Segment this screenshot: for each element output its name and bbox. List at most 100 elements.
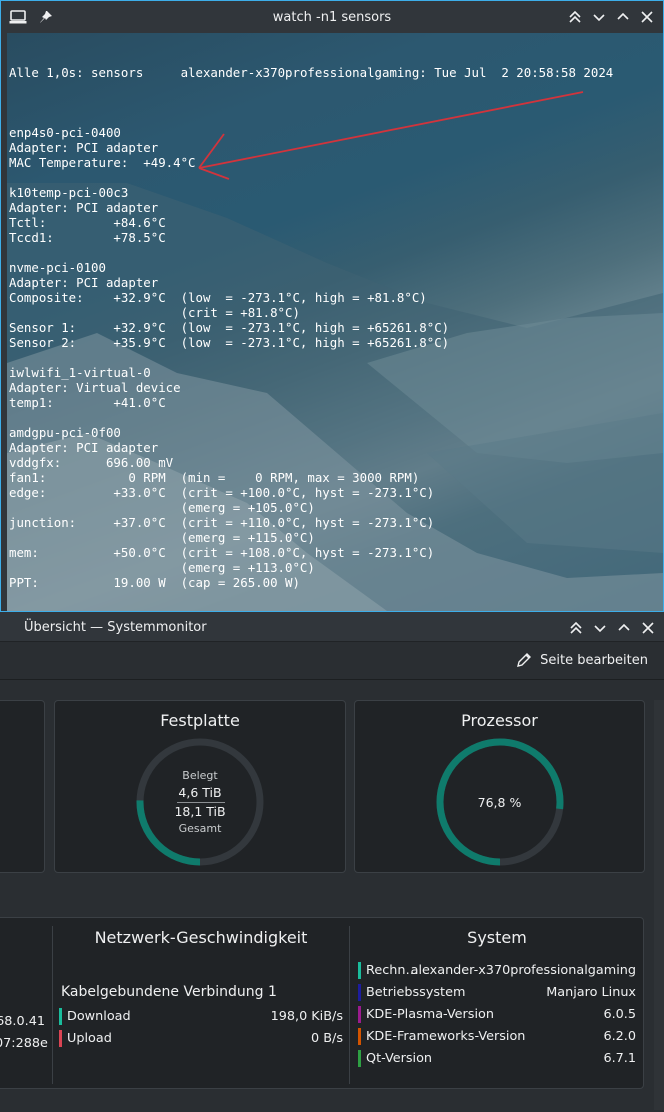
- sensor-output: enp4s0-pci-0400 Adapter: PCI adapter MAC T…: [9, 110, 613, 590]
- system-info-row: Betriebssystem Manjaro Linux: [358, 984, 636, 1002]
- series-color-marker: [59, 1008, 62, 1025]
- terminal-line: Adapter: PCI adapter: [9, 440, 159, 455]
- cpu-card-title: Prozessor: [461, 711, 538, 730]
- terminal-line: Tccd1: +78.5°C: [9, 230, 166, 245]
- keep-above-icon[interactable]: [567, 9, 583, 25]
- terminal-line: Adapter: PCI adapter: [9, 200, 159, 215]
- terminal-line: amdgpu-pci-0f00: [9, 425, 121, 440]
- terminal-title: watch -n1 sensors: [272, 10, 392, 25]
- network-section: Netzwerk-Geschwindigkeit Kabelgebundene …: [53, 918, 349, 1090]
- edit-page-label: Seite bearbeiten: [540, 652, 648, 668]
- network-row-value: 0 B/s: [311, 1031, 343, 1046]
- system-info-row: Rechn… alexander-x370professionalgaming: [358, 962, 636, 980]
- disk-used-label: Belegt: [182, 769, 218, 782]
- terminal-line: nvme-pci-0100: [9, 260, 106, 275]
- terminal-line: vddgfx: 696.00 mV: [9, 455, 174, 470]
- cpu-usage-value: 76,8 %: [477, 795, 522, 810]
- terminal-line: Sensor 2: +35.9°C (low = -273.1°C, high …: [9, 335, 450, 350]
- terminal-line: Sensor 1: +32.9°C (low = -273.1°C, high …: [9, 320, 450, 335]
- disk-card-title: Festplatte: [160, 711, 240, 730]
- disk-card: Festplatte Belegt 4,6 TiB 18,1 TiB Gesam…: [54, 700, 346, 873]
- disk-divider: [177, 802, 225, 803]
- terminal-line: iwlwifi_1-virtual-0: [9, 365, 151, 380]
- network-row-value: 198,0 KiB/s: [270, 1009, 343, 1024]
- terminal-window: watch -n1 sensors Alle 1,0s: sensors ale…: [0, 0, 664, 612]
- close-icon[interactable]: [639, 9, 655, 25]
- terminal-line: Adapter: PCI adapter: [9, 275, 159, 290]
- network-row-download: Download 198,0 KiB/s: [59, 1008, 343, 1026]
- terminal-line: edge: +33.0°C (crit = +100.0°C, hyst = -…: [9, 485, 435, 500]
- systemmonitor-window: Übersicht — Systemmonitor Seite bearbeit…: [0, 612, 664, 1112]
- system-info-row: KDE-Plasma-Version 6.0.5: [358, 1006, 636, 1024]
- info-row-card: 68.0.41 07:288e Netzwerk-Geschwindigkeit…: [0, 917, 644, 1089]
- terminal-header-line: Alle 1,0s: sensors alexander-x370profess…: [9, 65, 613, 80]
- watch-interval: Alle 1,0s: sensors: [9, 65, 144, 80]
- network-connection-name: Kabelgebundene Verbindung 1: [61, 984, 277, 1000]
- partial-card-left-top: [0, 700, 45, 873]
- series-color-marker: [358, 984, 361, 1001]
- maximize-icon[interactable]: [616, 620, 632, 636]
- close-icon[interactable]: [640, 620, 656, 636]
- terminal-line: (emerg = +105.0°C): [9, 500, 315, 515]
- disk-total-label: Gesamt: [178, 822, 222, 835]
- systemmonitor-toolbar: Seite bearbeiten: [0, 642, 664, 680]
- terminal-line: junction: +37.0°C (crit = +110.0°C, hyst…: [9, 515, 435, 530]
- terminal-line: (emerg = +113.0°C): [9, 560, 315, 575]
- system-info-label: Betriebssystem: [366, 985, 466, 1000]
- terminal-line: temp1: +41.0°C: [9, 395, 166, 410]
- network-row-label: Download: [67, 1009, 131, 1024]
- terminal-line: PPT: 19.00 W (cap = 265.00 W): [9, 575, 300, 590]
- system-section: System Rechn… alexander-x370professionalg…: [350, 918, 644, 1090]
- system-info-value: 6.0.5: [603, 1007, 636, 1022]
- system-info-row: KDE-Frameworks-Version 6.2.0: [358, 1028, 636, 1046]
- maximize-icon[interactable]: [615, 9, 631, 25]
- systemmonitor-titlebar[interactable]: Übersicht — Systemmonitor: [0, 612, 664, 642]
- partial-left-address-v6: 07:288e: [0, 1036, 48, 1051]
- disk-used-value: 4,6 TiB: [178, 785, 222, 800]
- host-timestamp: alexander-x370professionalgaming: Tue Ju…: [180, 65, 614, 80]
- minimize-icon[interactable]: [591, 9, 607, 25]
- series-color-marker: [358, 1050, 361, 1067]
- partial-left-address: 68.0.41: [0, 1014, 45, 1029]
- terminal-line: (crit = +81.8°C): [9, 305, 300, 320]
- disk-total-value: 18,1 TiB: [174, 804, 226, 819]
- system-info-label: Qt-Version: [366, 1051, 433, 1066]
- network-row-upload: Upload 0 B/s: [59, 1030, 343, 1048]
- series-color-marker: [59, 1030, 62, 1047]
- system-info-value: Manjaro Linux: [546, 985, 636, 1000]
- system-info-value: alexander-x370professionalgaming: [410, 963, 636, 978]
- keep-above-icon[interactable]: [568, 620, 584, 636]
- systemmonitor-title: Übersicht — Systemmonitor: [24, 620, 207, 635]
- series-color-marker: [358, 1028, 361, 1045]
- terminal-text: Alle 1,0s: sensors alexander-x370profess…: [9, 35, 613, 611]
- series-color-marker: [358, 1006, 361, 1023]
- system-title: System: [467, 928, 527, 947]
- terminal-line: enp4s0-pci-0400: [9, 125, 121, 140]
- terminal-line: Adapter: PCI adapter: [9, 140, 159, 155]
- terminal-output-area[interactable]: Alle 1,0s: sensors alexander-x370profess…: [7, 33, 663, 611]
- terminal-line: Tctl: +84.6°C: [9, 215, 166, 230]
- terminal-line: fan1: 0 RPM (min = 0 RPM, max = 3000 RPM…: [9, 470, 420, 485]
- network-title: Netzwerk-Geschwindigkeit: [94, 928, 308, 947]
- terminal-line: (emerg = +115.0°C): [9, 530, 315, 545]
- pencil-icon: [517, 653, 532, 667]
- scrollbar-track[interactable]: [654, 700, 664, 1110]
- system-info-label: KDE-Frameworks-Version: [366, 1029, 526, 1044]
- system-info-row: Qt-Version 6.7.1: [358, 1050, 636, 1068]
- edit-page-button[interactable]: Seite bearbeiten: [516, 652, 648, 668]
- cpu-card: Prozessor 76,8 %: [354, 700, 645, 873]
- minimize-icon[interactable]: [592, 620, 608, 636]
- terminal-line: Adapter: Virtual device: [9, 380, 181, 395]
- terminal-line: k10temp-pci-00c3: [9, 185, 129, 200]
- system-info-value: 6.7.1: [603, 1051, 636, 1066]
- terminal-line: MAC Temperature: +49.4°C: [9, 155, 196, 170]
- system-info-label: KDE-Plasma-Version: [366, 1007, 494, 1022]
- terminal-line: mem: +50.0°C (crit = +108.0°C, hyst = -2…: [9, 545, 435, 560]
- terminal-titlebar[interactable]: watch -n1 sensors: [1, 1, 663, 33]
- network-row-label: Upload: [67, 1031, 112, 1046]
